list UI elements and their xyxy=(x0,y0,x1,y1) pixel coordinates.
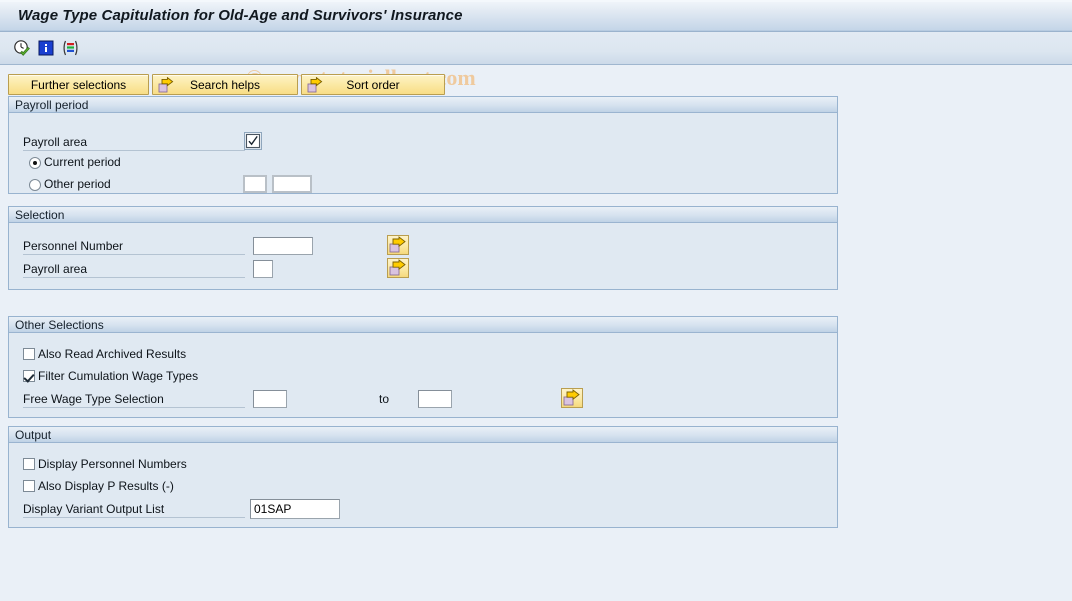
filter-cumulation-wage-types-checkbox[interactable] xyxy=(23,370,35,382)
variant-bars-icon[interactable] xyxy=(61,39,79,57)
payroll-period-panel: Payroll period Payroll area Current peri… xyxy=(8,96,838,194)
also-display-p-results-checkbox[interactable] xyxy=(23,480,35,492)
other-selections-header-label: Other Selections xyxy=(15,318,104,332)
display-personnel-numbers-label: Display Personnel Numbers xyxy=(38,457,187,471)
title-bar-highlight xyxy=(0,0,1072,2)
information-icon[interactable] xyxy=(37,39,55,57)
free-wage-type-from-input[interactable] xyxy=(253,390,287,408)
to-label: to xyxy=(379,392,390,406)
display-personnel-numbers-checkbox[interactable] xyxy=(23,458,35,470)
selection-panel: Selection Personnel Number Payroll area xyxy=(8,206,838,290)
selection-button-row: Further selections Search helps Sort ord… xyxy=(0,72,1072,98)
selection-body: Personnel Number Payroll area xyxy=(9,223,837,289)
further-selections-button[interactable]: Further selections xyxy=(8,74,149,95)
personnel-number-multiple-selection-button[interactable] xyxy=(387,235,409,255)
sort-order-button[interactable]: Sort order xyxy=(301,74,445,95)
selection-payroll-area-label: Payroll area xyxy=(23,262,245,278)
sort-order-label: Sort order xyxy=(346,77,400,92)
output-panel: Output Display Personnel Numbers Also Di… xyxy=(8,426,838,528)
current-period-label: Current period xyxy=(44,155,121,169)
other-period-field-2[interactable] xyxy=(272,175,312,193)
personnel-number-label: Personnel Number xyxy=(23,239,245,255)
window-title-bar: Wage Type Capitulation for Old-Age and S… xyxy=(0,0,1072,32)
also-read-archived-results-label: Also Read Archived Results xyxy=(38,347,187,361)
display-variant-output-list-label: Display Variant Output List xyxy=(23,502,245,518)
other-selections-body: Also Read Archived Results Filter Cumula… xyxy=(9,333,837,417)
also-read-archived-results-checkbox[interactable] xyxy=(23,348,35,360)
free-wage-type-multiple-selection-button[interactable] xyxy=(561,388,583,408)
arrow-right-page-icon xyxy=(158,76,174,93)
selection-header-label: Selection xyxy=(15,208,65,222)
application-toolbar: © www.tutorialkart.com xyxy=(0,32,1072,90)
payroll-period-body: Payroll area Current period Other period xyxy=(9,113,837,193)
output-body: Display Personnel Numbers Also Display P… xyxy=(9,443,837,527)
filter-cumulation-wage-types-label: Filter Cumulation Wage Types xyxy=(38,369,199,383)
page-title: Wage Type Capitulation for Old-Age and S… xyxy=(18,7,463,24)
other-period-field-1[interactable] xyxy=(243,175,267,193)
payroll-period-header: Payroll period xyxy=(9,97,837,113)
further-selections-label: Further selections xyxy=(30,77,127,92)
output-header-label: Output xyxy=(15,428,52,442)
other-period-radio[interactable] xyxy=(29,179,41,191)
payroll-area-value-help-icon[interactable] xyxy=(244,132,262,150)
other-selections-header: Other Selections xyxy=(9,317,837,333)
search-helps-button[interactable]: Search helps xyxy=(152,74,298,95)
personnel-number-input[interactable] xyxy=(253,237,313,255)
search-helps-label: Search helps xyxy=(189,77,261,92)
arrow-right-page-icon xyxy=(307,76,323,93)
execute-clock-icon[interactable] xyxy=(13,39,31,57)
selection-payroll-area-input[interactable] xyxy=(253,260,273,278)
current-period-radio[interactable] xyxy=(29,157,41,169)
display-variant-output-list-input[interactable] xyxy=(250,499,340,519)
sap-selection-screen: Wage Type Capitulation for Old-Age and S… xyxy=(0,0,1072,601)
output-header: Output xyxy=(9,427,837,443)
free-wage-type-to-input[interactable] xyxy=(418,390,452,408)
payroll-area-label: Payroll area xyxy=(23,135,245,151)
free-wage-type-selection-label: Free Wage Type Selection xyxy=(23,392,245,408)
other-selections-panel: Other Selections Also Read Archived Resu… xyxy=(8,316,838,418)
payroll-area-multiple-selection-button[interactable] xyxy=(387,258,409,278)
other-period-label: Other period xyxy=(44,177,111,191)
payroll-period-header-label: Payroll period xyxy=(15,98,89,112)
also-display-p-results-label: Also Display P Results (-) xyxy=(38,479,174,493)
selection-header: Selection xyxy=(9,207,837,223)
